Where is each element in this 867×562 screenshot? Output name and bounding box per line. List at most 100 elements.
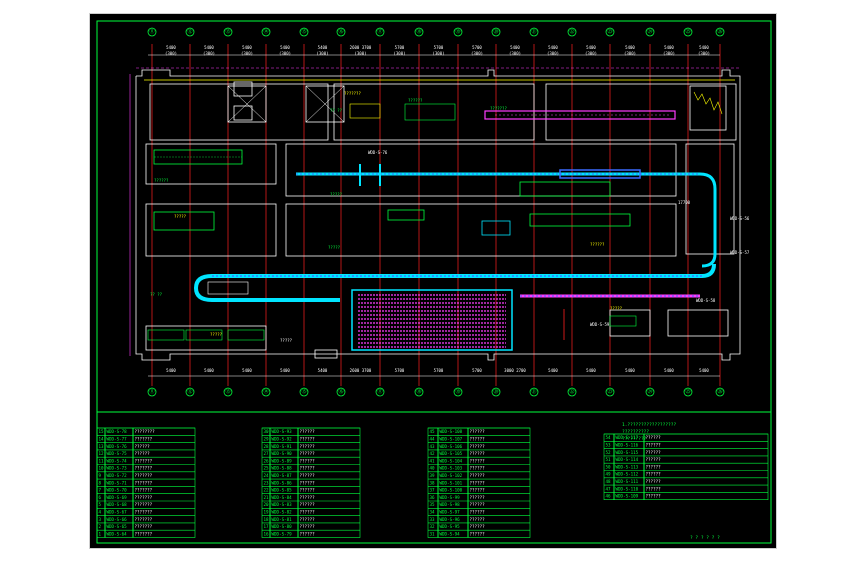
dimension-value: 5700	[395, 368, 405, 373]
dimension-value: 2600 3700	[350, 45, 372, 50]
table-cell: 13	[99, 444, 105, 449]
table-cell: WDD-S-102	[440, 473, 463, 478]
dimension-value: 5700	[395, 45, 405, 50]
dimension-value: 5400	[318, 45, 328, 50]
table-cell: WDD-S-115	[616, 450, 639, 455]
dimension-value: 5700	[434, 45, 444, 50]
table-cell: WDD-S-76	[107, 444, 128, 449]
axis-bubble: ㉔	[645, 27, 655, 37]
table-cell: 21	[264, 495, 270, 500]
table-cell: WDD-S-77	[107, 437, 128, 442]
dimension-value: 5400	[280, 368, 290, 373]
table-cell: ???????	[135, 517, 153, 522]
svg-text:⑰: ⑰	[377, 388, 382, 395]
label-9: ?????	[328, 245, 341, 250]
table-cell: 9	[99, 473, 102, 478]
table-cell: WDD-S-106	[440, 444, 463, 449]
table-cell: 17	[264, 524, 270, 529]
table-cell: WDD-S-84	[272, 495, 293, 500]
label-7: ?????	[174, 214, 187, 219]
axis-bubble: ⑰	[375, 387, 385, 397]
dimension-value: 5400	[664, 45, 674, 50]
table-cell: ???????	[135, 502, 153, 507]
equipment-table: 30 WDD-S-93 ??????29 WDD-S-92 ??????28 WDD-S-…	[261, 427, 361, 538]
table-cell: 30	[264, 429, 270, 434]
table-cell: ??????	[300, 495, 316, 500]
table-cell: ??????	[135, 451, 151, 456]
axis-bubble: ㉒	[567, 27, 577, 37]
svg-text:㉖: ㉖	[717, 388, 722, 395]
table-cell: WDD-S-100	[440, 488, 463, 493]
table-cell: WDD-S-108	[440, 429, 463, 434]
table-cell: ??????	[470, 510, 486, 515]
table-cell: ???????	[135, 531, 153, 536]
table-cell: ???????	[135, 480, 153, 485]
equipment-table: 15 WDD-S-78 ????????14 WDD-S-77 ???????13 WDD…	[96, 427, 196, 538]
table-cell: WDD-S-105	[440, 451, 463, 456]
table-cell: 45	[430, 429, 436, 434]
dimension-value: 5400	[664, 368, 674, 373]
svg-text:⑭: ⑭	[263, 28, 268, 35]
table-cell: ??????	[300, 488, 316, 493]
table-cell: 24	[264, 473, 270, 478]
axis-bubble: ㉑	[529, 27, 539, 37]
table-cell: 3	[99, 517, 102, 522]
table-cell: 49	[606, 472, 612, 477]
table-cell: WDD-S-101	[440, 480, 463, 485]
table-cell: 35	[430, 502, 436, 507]
axis-bubble: ⑭	[261, 27, 271, 37]
table-cell: 54	[606, 435, 612, 440]
table-cell: ??????	[300, 502, 316, 507]
table-cell: ??????	[135, 444, 151, 449]
table-cell: 20	[264, 502, 270, 507]
table-cell: 4	[99, 510, 102, 515]
central-oven-block	[351, 289, 513, 351]
dimension-value: 2600 3700	[350, 368, 372, 373]
table-cell: 40	[430, 466, 436, 471]
table-cell: ??????	[470, 429, 486, 434]
table-cell: 34	[430, 510, 436, 515]
table-cell: WDD-S-70	[107, 488, 128, 493]
axis-bubble: ⑫	[185, 27, 195, 37]
axis-bubble: ㉖	[715, 27, 725, 37]
label-12: ?? ??	[150, 292, 163, 297]
table-cell: ??????	[646, 472, 662, 477]
dimension-value: 5400	[204, 368, 214, 373]
table-cell: ??????	[300, 466, 316, 471]
label-4: ??????	[408, 98, 423, 103]
table-cell: 48	[606, 479, 612, 484]
floor-labels: ??????? ?? ?? ??????? ?????? WDD-S-76 ??…	[150, 91, 750, 343]
table-cell: WDD-S-88	[272, 466, 293, 471]
svg-text:⑳: ⑳	[493, 388, 498, 395]
table-cell: ??????	[646, 450, 662, 455]
table-cell: 15	[99, 429, 105, 434]
svg-text:㉒: ㉒	[569, 388, 574, 395]
dimension-value: 5400	[280, 45, 290, 50]
table-cell: WDD-S-93	[272, 429, 293, 434]
axis-bubble: ㉑	[529, 387, 539, 397]
table-cell: 52	[606, 450, 612, 455]
svg-text:⑭: ⑭	[263, 388, 268, 395]
table-cell: WDD-S-113	[616, 464, 639, 469]
dimension-value: 5400	[548, 368, 558, 373]
table-cell: 8	[99, 480, 102, 485]
table-cell: ???????	[135, 473, 153, 478]
notes-title: 1.??????????????????	[622, 422, 676, 428]
axis-bubble: ⑯	[336, 387, 346, 397]
axis-bubble: ⑫	[185, 387, 195, 397]
table-cell: WDD-S-96	[440, 517, 461, 522]
table-cell: ??????	[470, 480, 486, 485]
dimension-value: 5700	[434, 368, 444, 373]
table-cell: ??????	[300, 510, 316, 515]
table-cell: WDD-S-91	[272, 444, 293, 449]
table-cell: 25	[264, 466, 270, 471]
label-17: ?????	[610, 306, 623, 311]
table-cell: ???????	[135, 466, 153, 471]
dimension-value: 5700	[472, 45, 482, 50]
table-cell: ??????	[470, 451, 486, 456]
svg-text:⑮: ⑮	[301, 388, 306, 395]
table-cell: 46	[606, 494, 612, 499]
table-cell: ??????	[300, 437, 316, 442]
table-cell: ??????	[300, 444, 316, 449]
dimension-value: 5400	[625, 45, 635, 50]
